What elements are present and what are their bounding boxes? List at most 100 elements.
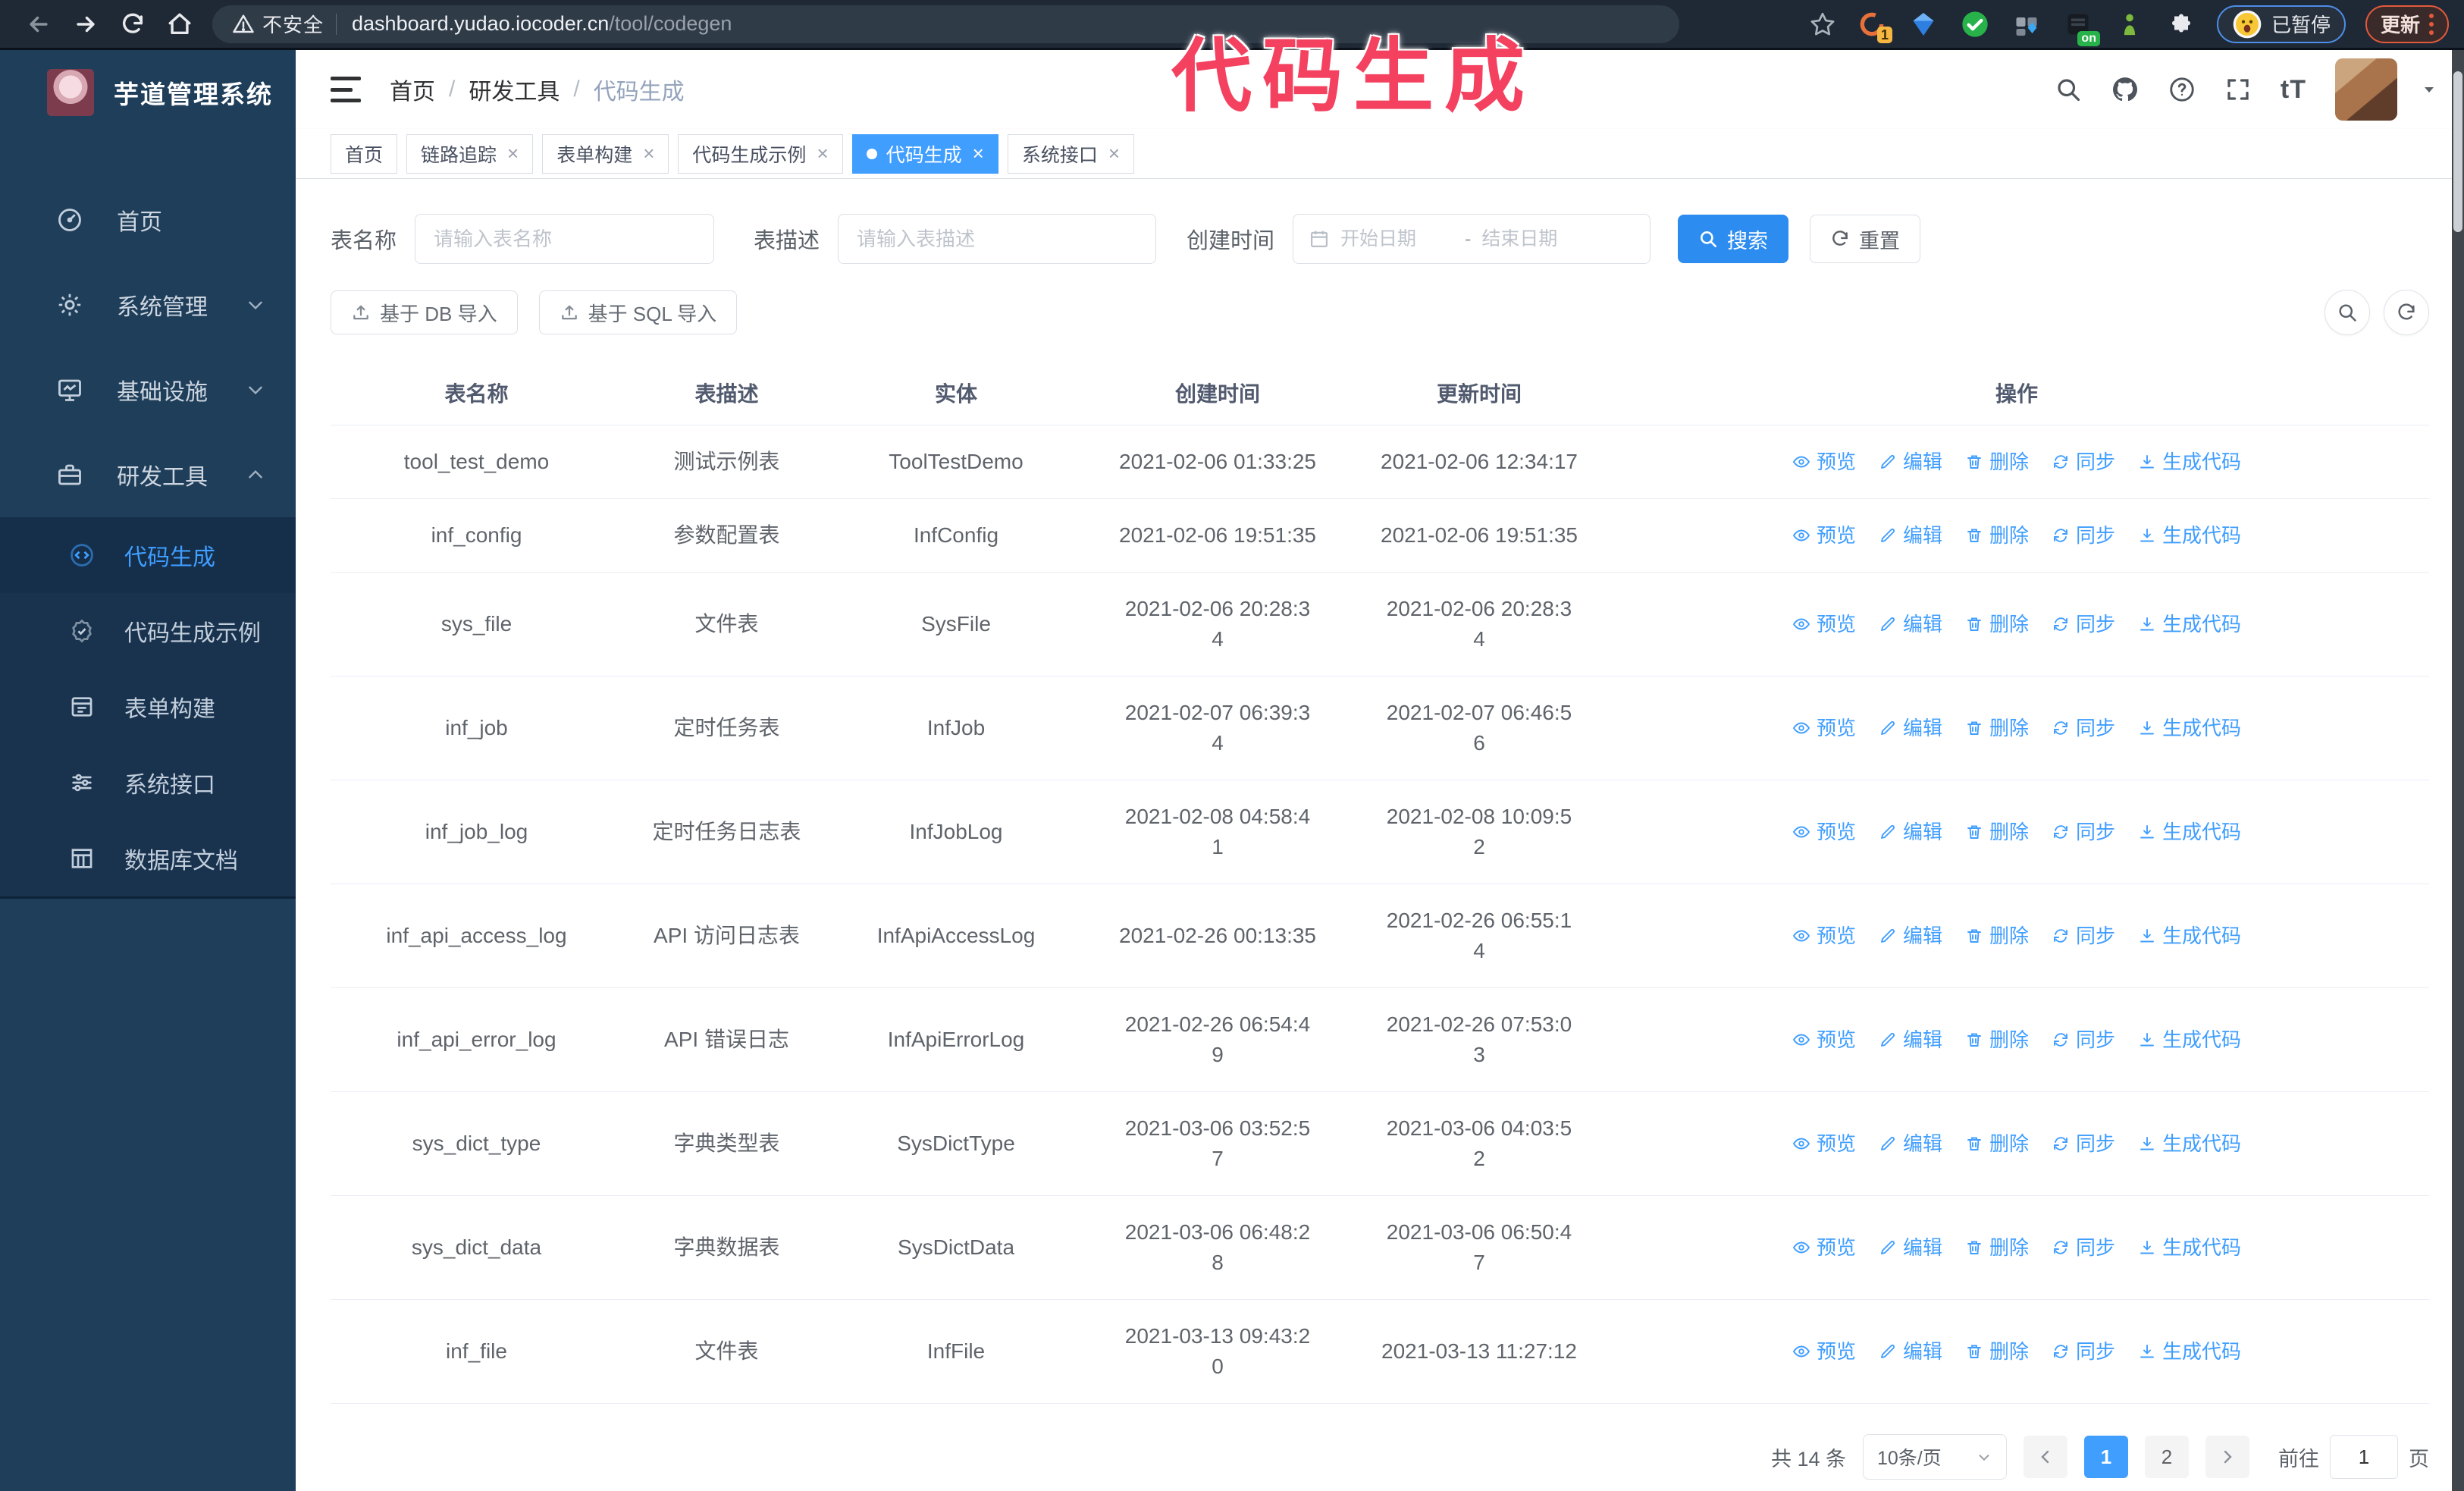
close-icon[interactable]: × [507, 142, 519, 165]
delete-action[interactable]: 删除 [1965, 447, 2029, 477]
generate-code-action[interactable]: 生成代码 [2138, 817, 2241, 847]
browser-home-icon[interactable] [156, 4, 203, 45]
sidebar-item-system[interactable]: 系统管理 [0, 262, 296, 347]
edit-action[interactable]: 编辑 [1879, 1336, 1942, 1367]
sync-action[interactable]: 同步 [2052, 520, 2115, 551]
scrollbar-thumb[interactable] [2453, 71, 2462, 232]
header-search-icon[interactable] [2055, 76, 2082, 103]
delete-action[interactable]: 删除 [1965, 713, 2029, 743]
table-row[interactable]: inf_api_access_log API 访问日志表 InfApiAcces… [331, 884, 2429, 988]
table-row[interactable]: sys_dict_type 字典类型表 SysDictType 2021-03-… [331, 1091, 2429, 1196]
edit-action[interactable]: 编辑 [1879, 447, 1942, 477]
table-desc-input[interactable] [838, 214, 1157, 264]
table-row[interactable]: sys_file 文件表 SysFile 2021-02-06 20:28:3 … [331, 572, 2429, 676]
preview-action[interactable]: 预览 [1792, 817, 1856, 847]
generate-code-action[interactable]: 生成代码 [2138, 921, 2241, 951]
delete-action[interactable]: 删除 [1965, 609, 2029, 639]
sidebar-item-db-doc[interactable]: 数据库文档 [0, 821, 296, 896]
table-name-input[interactable] [415, 214, 715, 264]
user-avatar[interactable] [2335, 58, 2397, 121]
sidebar-item-form-builder[interactable]: 表单构建 [0, 669, 296, 745]
logo[interactable]: 芋道管理系统 [0, 50, 296, 135]
tab-form-builder[interactable]: 表单构建 × [542, 133, 669, 174]
generate-code-action[interactable]: 生成代码 [2138, 713, 2241, 743]
sidebar-item-infra[interactable]: 基础设施 [0, 347, 296, 432]
browser-reload-icon[interactable] [109, 4, 156, 45]
start-date-input[interactable] [1340, 228, 1455, 250]
close-icon[interactable]: × [973, 142, 984, 165]
sync-action[interactable]: 同步 [2052, 447, 2115, 477]
preview-action[interactable]: 预览 [1792, 921, 1856, 951]
preview-action[interactable]: 预览 [1792, 447, 1856, 477]
preview-action[interactable]: 预览 [1792, 1232, 1856, 1263]
close-icon[interactable]: × [1108, 142, 1120, 165]
delete-action[interactable]: 删除 [1965, 921, 2029, 951]
edit-action[interactable]: 编辑 [1879, 921, 1942, 951]
preview-action[interactable]: 预览 [1792, 1336, 1856, 1367]
delete-action[interactable]: 删除 [1965, 520, 2029, 551]
fullscreen-icon[interactable] [2224, 76, 2252, 103]
generate-code-action[interactable]: 生成代码 [2138, 609, 2241, 639]
sidebar-item-system-api[interactable]: 系统接口 [0, 745, 296, 821]
delete-action[interactable]: 删除 [1965, 1232, 2029, 1263]
extension-green-icon[interactable] [2114, 8, 2146, 40]
import-db-button[interactable]: 基于 DB 导入 [331, 290, 518, 334]
preview-action[interactable]: 预览 [1792, 520, 1856, 551]
sync-action[interactable]: 同步 [2052, 921, 2115, 951]
close-icon[interactable]: × [643, 142, 654, 165]
date-range-picker[interactable]: - [1293, 214, 1651, 264]
sync-action[interactable]: 同步 [2052, 713, 2115, 743]
generate-code-action[interactable]: 生成代码 [2138, 520, 2241, 551]
page-size-select[interactable]: 10条/页 [1863, 1434, 2007, 1480]
sync-action[interactable]: 同步 [2052, 609, 2115, 639]
sidebar-item-codegen-example[interactable]: 代码生成示例 [0, 593, 296, 669]
github-icon[interactable] [2111, 75, 2140, 104]
browser-back-icon[interactable] [15, 4, 62, 45]
extension-grid-icon[interactable] [2011, 8, 2042, 40]
tab-codegen[interactable]: 代码生成 × [851, 133, 998, 174]
delete-action[interactable]: 删除 [1965, 1025, 2029, 1055]
table-row[interactable]: inf_file 文件表 InfFile 2021-03-13 09:43:2 … [331, 1299, 2429, 1404]
refresh-table-button[interactable] [2384, 290, 2429, 335]
table-row[interactable]: inf_job_log 定时任务日志表 InfJobLog 2021-02-08… [331, 780, 2429, 884]
sidebar-item-devtools[interactable]: 研发工具 [0, 432, 296, 517]
sidebar-collapse-icon[interactable] [331, 77, 361, 102]
generate-code-action[interactable]: 生成代码 [2138, 1025, 2241, 1055]
next-page-button[interactable] [2205, 1436, 2249, 1478]
preview-action[interactable]: 预览 [1792, 1025, 1856, 1055]
sync-action[interactable]: 同步 [2052, 817, 2115, 847]
user-menu-caret-icon[interactable] [2420, 80, 2438, 99]
generate-code-action[interactable]: 生成代码 [2138, 1336, 2241, 1367]
search-button[interactable]: 搜索 [1678, 215, 1789, 263]
extensions-puzzle-icon[interactable] [2165, 8, 2197, 40]
table-row[interactable]: inf_config 参数配置表 InfConfig 2021-02-06 19… [331, 498, 2429, 573]
close-icon[interactable]: × [817, 142, 828, 165]
page-button-1[interactable]: 1 [2084, 1436, 2128, 1478]
toggle-search-button[interactable] [2324, 290, 2370, 335]
generate-code-action[interactable]: 生成代码 [2138, 1232, 2241, 1263]
extension-check-icon[interactable] [1959, 8, 1991, 40]
sync-action[interactable]: 同步 [2052, 1232, 2115, 1263]
extension-gem-icon[interactable] [1908, 8, 1939, 40]
sync-action[interactable]: 同步 [2052, 1336, 2115, 1367]
edit-action[interactable]: 编辑 [1879, 520, 1942, 551]
browser-forward-icon[interactable] [62, 4, 109, 45]
table-row[interactable]: tool_test_demo 测试示例表 ToolTestDemo 2021-0… [331, 425, 2429, 499]
delete-action[interactable]: 删除 [1965, 1128, 2029, 1159]
sidebar-item-home[interactable]: 首页 [0, 177, 296, 262]
edit-action[interactable]: 编辑 [1879, 1232, 1942, 1263]
import-sql-button[interactable]: 基于 SQL 导入 [538, 290, 738, 334]
tab-home[interactable]: 首页 [331, 133, 398, 174]
table-row[interactable]: sys_dict_data 字典数据表 SysDictData 2021-03-… [331, 1195, 2429, 1300]
preview-action[interactable]: 预览 [1792, 713, 1856, 743]
table-row[interactable]: inf_api_error_log API 错误日志 InfApiErrorLo… [331, 987, 2429, 1092]
preview-action[interactable]: 预览 [1792, 609, 1856, 639]
end-date-input[interactable] [1481, 228, 1596, 250]
page-button-2[interactable]: 2 [2145, 1436, 2189, 1478]
goto-page-input[interactable] [2330, 1435, 2398, 1479]
breadcrumb-home[interactable]: 首页 [390, 73, 435, 106]
update-button[interactable]: 更新 [2365, 5, 2449, 43]
prev-page-button[interactable] [2024, 1436, 2067, 1478]
reset-button[interactable]: 重置 [1810, 215, 1921, 263]
extension-orange-icon[interactable]: 1 [1856, 8, 1892, 43]
